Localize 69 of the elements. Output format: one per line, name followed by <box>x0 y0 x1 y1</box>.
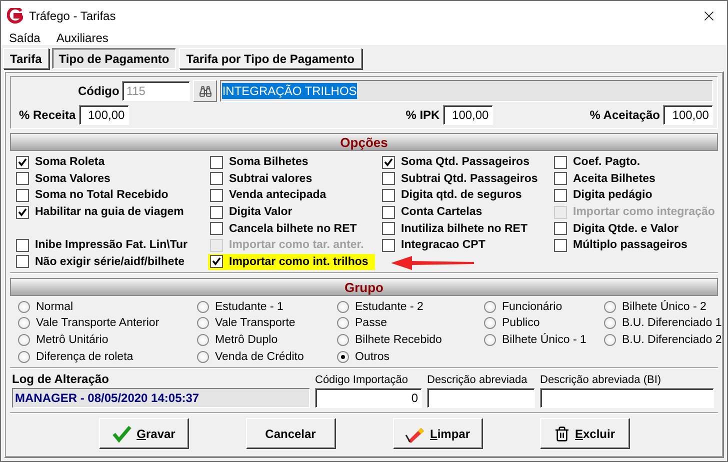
option-label: Soma Qtd. Passageiros <box>401 156 530 168</box>
radio-label: Metrô Duplo <box>215 334 278 346</box>
option-label: Subtrai valores <box>229 172 312 185</box>
option-label: Venda antecipada <box>229 189 326 202</box>
option-label: Importar como integração <box>573 206 715 218</box>
option-label: Subtrai Qtd. Passageiros <box>401 172 538 185</box>
option-label: Digita qtd. de seguros <box>401 189 522 202</box>
field-label: % Receita <box>19 108 76 122</box>
radio-label: Estudante - 1 <box>215 300 284 312</box>
option-label: Integracao CPT <box>401 239 486 252</box>
radio-label: Bilhete Único - 2 <box>622 300 706 312</box>
percent-field[interactable]: 100,00 <box>78 105 129 125</box>
tab[interactable]: Tipo de Pagamento <box>52 48 176 69</box>
option-label: Habilitar na guia de viagem <box>35 206 184 218</box>
section-header: Grupo <box>10 278 718 296</box>
radio-label: Normal <box>36 300 74 312</box>
radio-label: Venda de Crédito <box>215 350 304 363</box>
option-label: Digita Valor <box>229 206 292 218</box>
cancel-button[interactable]: Cancelar <box>246 418 336 450</box>
radio-label: B.U. Diferenciado 1 <box>622 317 722 330</box>
delete-button[interactable]: Excluir <box>540 418 630 450</box>
radio-label: Vale Transporte Anterior <box>36 317 160 330</box>
field-label: % Aceitação <box>590 108 660 122</box>
radio-label: Metrô Unitário <box>36 334 108 346</box>
description-field[interactable]: INTEGRAÇÃO TRILHOS <box>220 80 713 102</box>
menu-item[interactable]: Auxiliares <box>56 30 108 44</box>
field-label: Descrição abreviada (BI) <box>540 374 662 386</box>
tab[interactable]: Tarifa <box>3 48 49 69</box>
field-label: Descrição abreviada <box>427 374 528 386</box>
option-label: Digita Qtde. e Valor <box>573 222 678 235</box>
radio-label: Bilhete Único - 1 <box>502 334 586 346</box>
tab[interactable]: Tarifa por Tipo de Pagamento <box>179 48 362 69</box>
radio-label: Funcionário <box>502 300 562 312</box>
field-label: Código Importação <box>315 374 409 386</box>
clear-button[interactable]: Limpar <box>392 418 482 450</box>
log-label: Log de Alteração <box>12 372 110 386</box>
save-button[interactable]: Gravar <box>98 418 188 450</box>
radio-label: Estudante - 2 <box>355 300 424 312</box>
radio-label: Vale Transporte <box>215 317 296 330</box>
option-label: Aceita Bilhetes <box>573 172 656 185</box>
text-field[interactable]: 0 <box>315 388 422 408</box>
option-label: Soma Valores <box>35 172 110 185</box>
option-label: Coef. Pagto. <box>573 156 640 168</box>
option-label: Múltiplo passageiros <box>573 239 688 252</box>
radio-label: Diferença de roleta <box>36 350 134 363</box>
option-label: Soma Roleta <box>35 156 105 168</box>
option-label: Inibe Impressão Fat. Lin\Tur <box>35 239 188 252</box>
option-label: Inutiliza bilhete no RET <box>401 222 528 235</box>
radio-label: Outros <box>355 350 390 363</box>
radio-label: Publico <box>502 317 540 330</box>
percent-field[interactable]: 100,00 <box>442 105 493 125</box>
percent-field[interactable]: 100,00 <box>662 105 713 125</box>
option-label: Não exigir série/aidf/bilhete <box>35 256 185 268</box>
field-label: Código <box>78 84 120 98</box>
option-label: Soma Bilhetes <box>229 156 308 168</box>
option-label: Conta Cartelas <box>401 206 482 218</box>
log-field: MANAGER - 08/05/2020 14:05:37 <box>12 388 310 408</box>
radio-label: B.U. Diferenciado 2 <box>622 334 722 346</box>
radio-label: Passe <box>355 317 387 330</box>
option-label: Importar como tar. anter. <box>229 239 364 252</box>
field-label: % IPK <box>406 108 440 122</box>
option-label: Importar como int. trilhos <box>229 256 368 268</box>
option-label: Digita pedágio <box>573 189 652 202</box>
radio-label: Bilhete Recebido <box>355 334 442 346</box>
option-label: Cancela bilhete no RET <box>229 222 357 235</box>
option-label: Soma no Total Recebido <box>35 189 168 202</box>
window-title: Tráfego - Tarifas <box>29 8 117 22</box>
menu-item[interactable]: Saída <box>9 30 40 44</box>
section-header: Opções <box>10 133 718 151</box>
